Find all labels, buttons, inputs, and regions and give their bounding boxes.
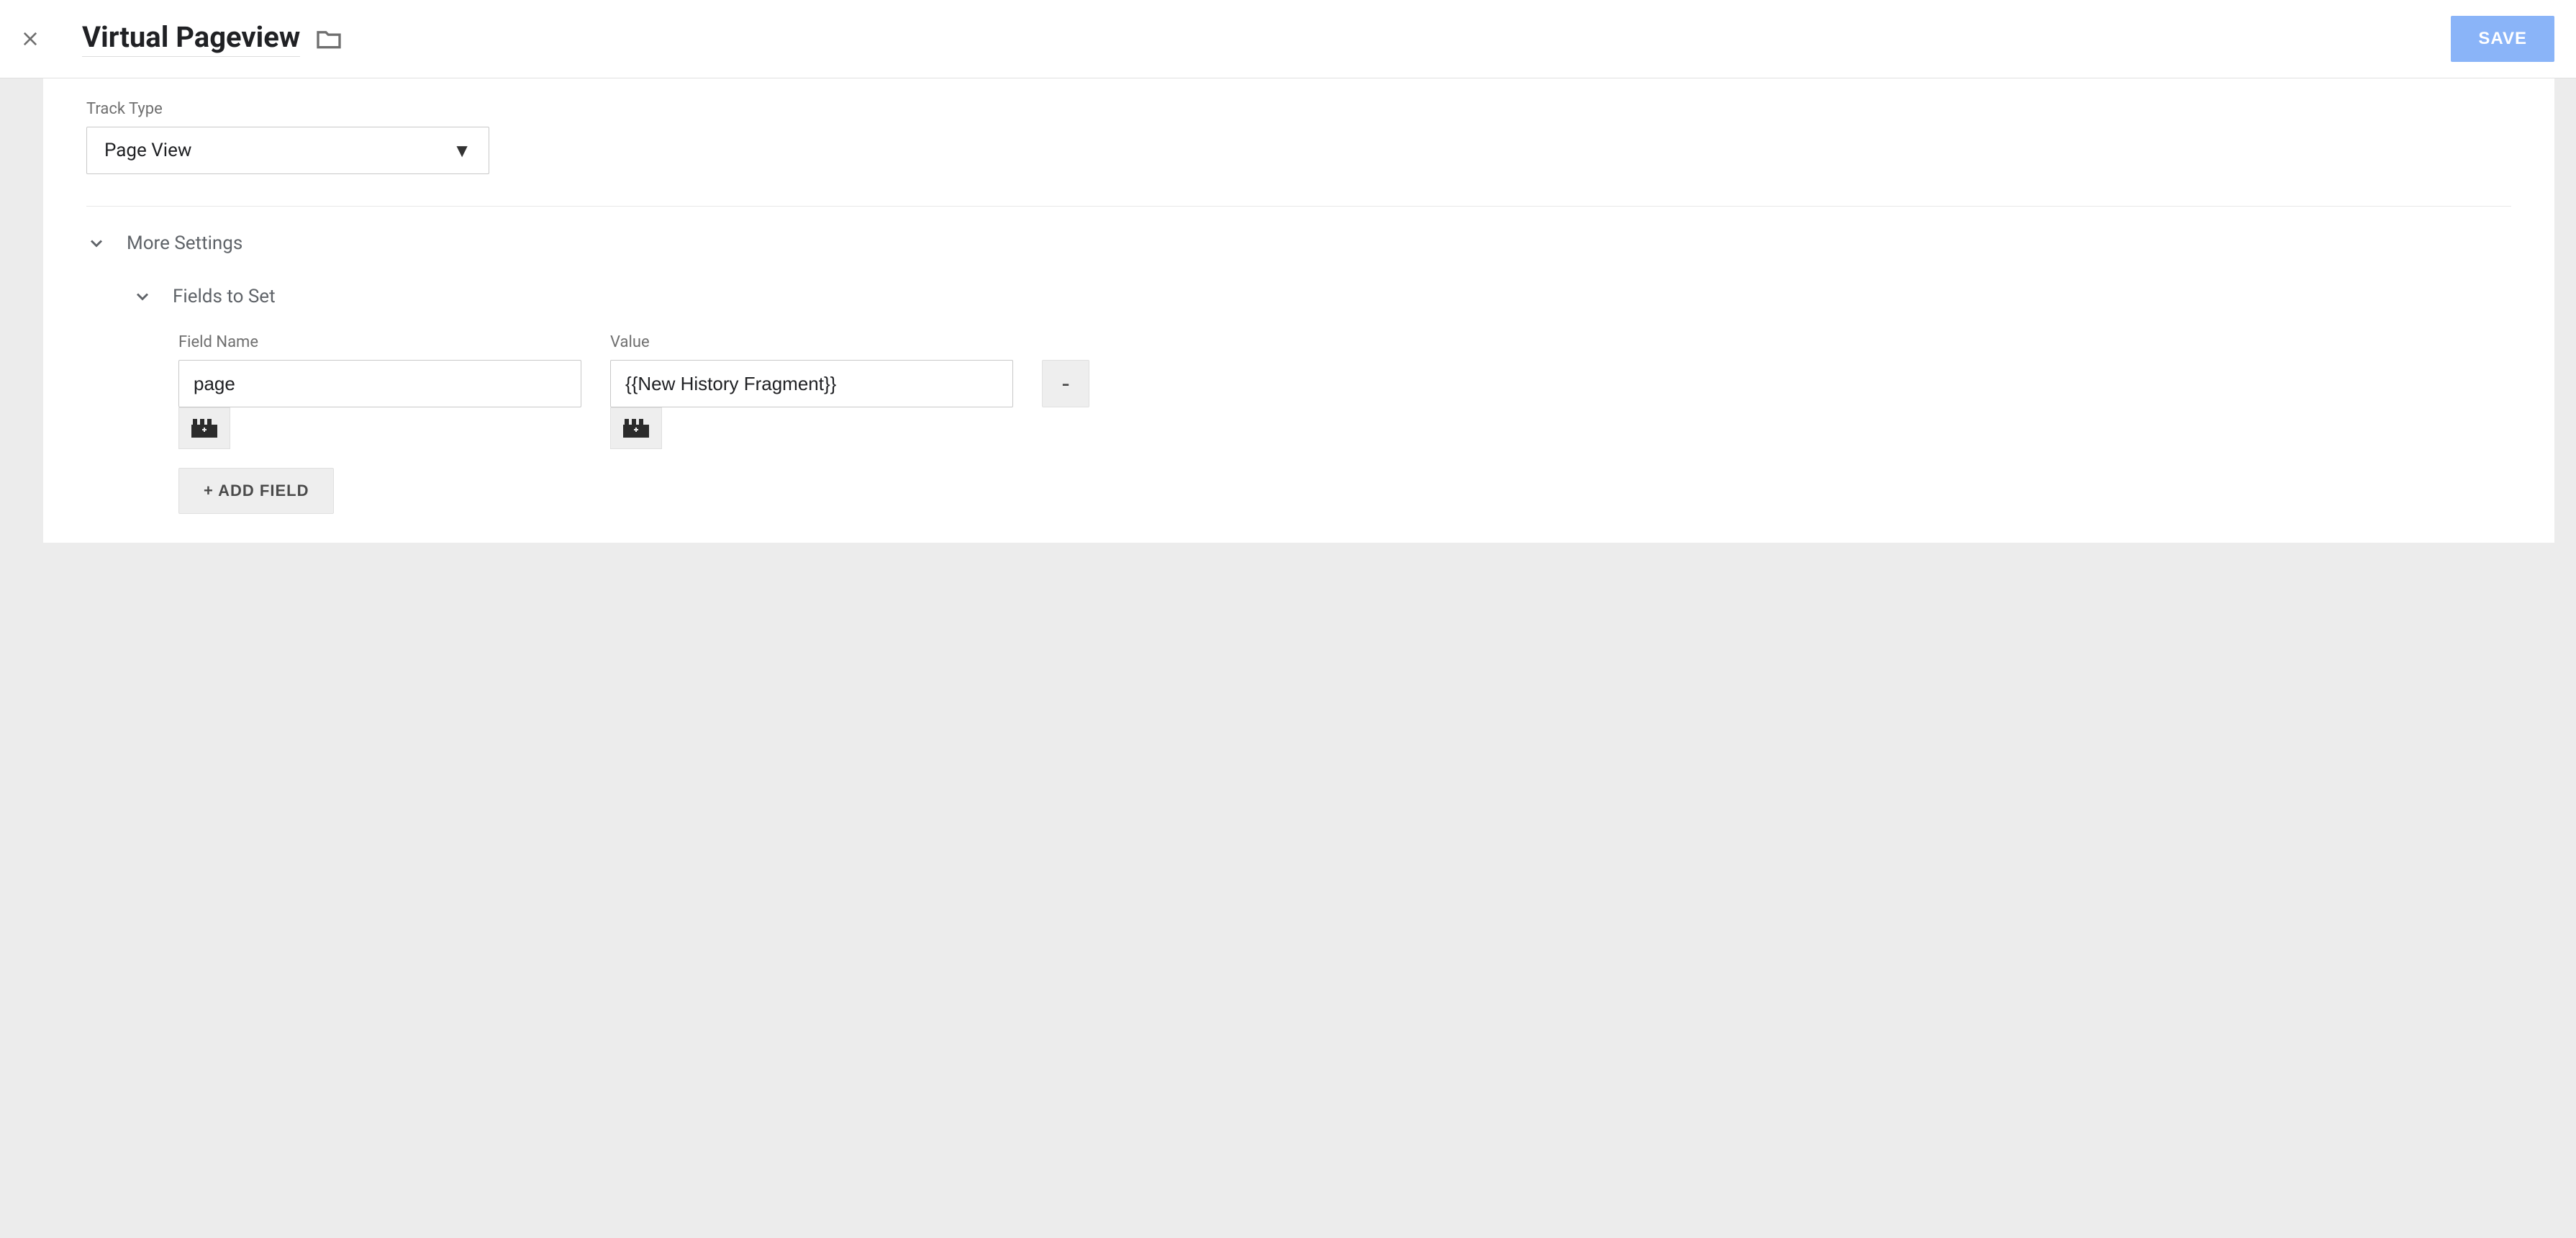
- track-type-label: Track Type: [86, 100, 2511, 118]
- remove-field-button[interactable]: -: [1042, 360, 1089, 407]
- tag-title[interactable]: Virtual Pageview: [82, 22, 300, 57]
- editor-header: Virtual Pageview SAVE: [0, 0, 2576, 78]
- fields-to-set-section: Fields to Set Field Name Value: [132, 286, 2511, 514]
- insert-variable-button[interactable]: [610, 407, 662, 449]
- track-type-value: Page View: [104, 140, 191, 161]
- track-type-select[interactable]: Page View ▼: [86, 127, 489, 174]
- col-header-value: Value: [610, 333, 1013, 351]
- more-settings-label: More Settings: [127, 232, 242, 254]
- editor-body: Track Type Page View ▼ More Settings: [0, 78, 2576, 1238]
- col-header-fieldname: Field Name: [178, 333, 581, 351]
- field-value-input[interactable]: [610, 360, 1013, 407]
- title-container: Virtual Pageview: [82, 22, 343, 57]
- fields-to-set-toggle[interactable]: Fields to Set: [132, 286, 2511, 307]
- fields-to-set-label: Fields to Set: [173, 286, 276, 307]
- config-panel: Track Type Page View ▼ More Settings: [43, 78, 2554, 543]
- save-button[interactable]: SAVE: [2451, 16, 2554, 62]
- fields-area: Field Name Value: [178, 333, 2511, 514]
- field-name-input[interactable]: [178, 360, 581, 407]
- caret-down-icon: ▼: [453, 140, 471, 162]
- add-field-button[interactable]: + ADD FIELD: [178, 468, 334, 514]
- insert-variable-button[interactable]: [178, 407, 230, 449]
- chevron-down-icon: [132, 286, 153, 307]
- columns-header: Field Name Value: [178, 333, 2511, 351]
- field-row: -: [178, 360, 2511, 449]
- close-icon[interactable]: [14, 23, 46, 55]
- folder-icon[interactable]: [314, 24, 343, 53]
- more-settings-toggle[interactable]: More Settings: [86, 232, 2511, 254]
- chevron-down-icon: [86, 233, 106, 253]
- divider: [86, 206, 2511, 207]
